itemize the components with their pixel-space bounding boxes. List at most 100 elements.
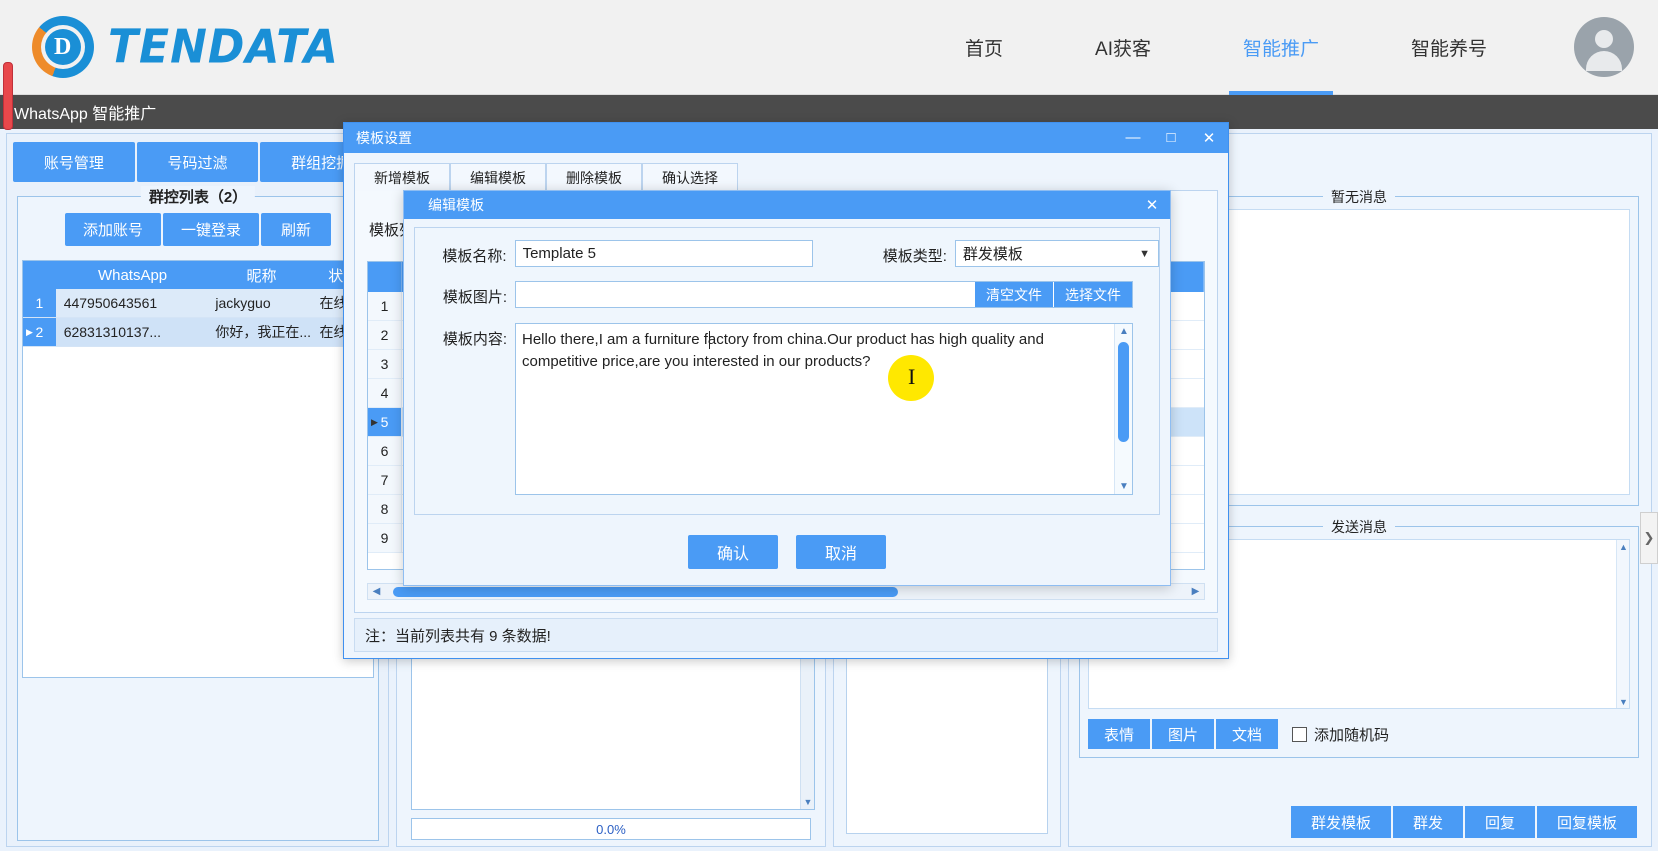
text-caret: [709, 331, 710, 349]
scroll-up-icon[interactable]: ▲: [1115, 324, 1132, 339]
template-type-value: 群发模板: [962, 246, 1023, 263]
template-type-select[interactable]: 群发模板 ▼: [954, 240, 1159, 267]
template-type-label: 模板类型:: [882, 248, 947, 265]
emoji-button[interactable]: 表情: [1088, 719, 1151, 749]
template-content-textarea[interactable]: Hello there,I am a furniture factory fro…: [515, 323, 1133, 495]
no-message-legend: 暂无消息: [1323, 187, 1395, 207]
tab-confirm-selection[interactable]: 确认选择: [642, 163, 738, 191]
nav-item-smart-nurture[interactable]: 智能养号: [1411, 0, 1487, 95]
compose-toolbar: 表情 图片 文档 添加随机码: [1088, 719, 1389, 749]
tab-delete-template[interactable]: 删除模板: [546, 163, 642, 191]
close-icon[interactable]: ✕: [1134, 196, 1170, 214]
row-index: 1: [368, 292, 402, 320]
cancel-button[interactable]: 取消: [796, 535, 886, 569]
edit-template-dialog: 编辑模板 ✕ 模板名称: Template 5 模板类型: 群发模板 ▼ 模板图…: [403, 190, 1171, 586]
tab-add-template[interactable]: 新增模板: [354, 163, 450, 191]
tab-account-management[interactable]: 账号管理: [13, 142, 135, 182]
add-random-code-label: 添加随机码: [1314, 726, 1390, 744]
document-button[interactable]: 文档: [1216, 719, 1279, 749]
template-tab-row: 新增模板 编辑模板 删除模板 确认选择: [354, 163, 738, 191]
tab-number-filter[interactable]: 号码过滤: [136, 142, 259, 182]
template-content-row: 模板内容: Hello there,I am a furniture facto…: [415, 323, 1159, 495]
row-index: 3: [368, 350, 402, 378]
scroll-up-icon[interactable]: ▲: [1617, 540, 1630, 553]
user-avatar[interactable]: [1574, 17, 1634, 77]
scrollbar-track[interactable]: [385, 587, 1187, 597]
scrollbar-thumb[interactable]: [393, 587, 898, 597]
brand-logo: D TENDATA: [32, 16, 339, 78]
scroll-down-icon[interactable]: ▼: [1115, 479, 1132, 494]
image-button[interactable]: 图片: [1152, 719, 1215, 749]
edit-template-form: 模板名称: Template 5 模板类型: 群发模板 ▼ 模板图片: 清空文件…: [414, 227, 1160, 515]
row-index: 9: [368, 524, 402, 552]
app-header: D TENDATA 首页 AI获客 智能推广 智能养号: [0, 0, 1658, 95]
scroll-left-icon[interactable]: ◀: [368, 584, 385, 599]
progress-label: 0.0%: [596, 821, 626, 837]
template-count-note: 注：当前列表共有 9 条数据!: [354, 618, 1218, 652]
row-nickname: jackyguo: [209, 289, 314, 317]
row-selected-caret-icon: ▶: [26, 326, 33, 337]
template-image-input[interactable]: 清空文件 选择文件: [515, 281, 1133, 308]
template-image-label: 模板图片:: [442, 289, 507, 306]
table-row[interactable]: ▶ 2 62831310137... 你好，我正在... 在线: [23, 318, 373, 347]
col-whatsapp: WhatsApp: [97, 266, 168, 284]
scroll-down-icon[interactable]: ▼: [801, 795, 814, 809]
edit-dialog-title: 编辑模板: [428, 197, 484, 213]
text-cursor-icon: I: [908, 364, 916, 389]
template-content-value: Hello there,I am a furniture factory fro…: [522, 331, 1044, 370]
group-control-list-legend: 群控列表（2）: [140, 186, 256, 207]
textarea-scrollbar[interactable]: ▲ ▼: [1114, 324, 1132, 494]
row-nickname: 你好，我正在...: [209, 318, 314, 346]
row-index: ▶ 5: [368, 408, 402, 436]
send-action-buttons: 群发模板 群发 回复 回复模板: [1290, 806, 1637, 838]
dialog-title: 模板设置: [356, 130, 412, 146]
app-root: D TENDATA 首页 AI获客 智能推广 智能养号 WhatsApp 智能推…: [0, 0, 1658, 851]
dialog-title-bar: 模板设置 — □ ✕: [344, 123, 1228, 153]
close-icon[interactable]: ✕: [1190, 129, 1228, 147]
row-index: 4: [368, 379, 402, 407]
refresh-button[interactable]: 刷新: [261, 213, 332, 246]
one-click-login-button[interactable]: 一键登录: [163, 213, 260, 246]
confirm-button[interactable]: 确认: [688, 535, 778, 569]
row-index: ▶ 2: [23, 318, 56, 346]
module-title: WhatsApp 智能推广: [14, 106, 157, 123]
add-random-code-checkbox[interactable]: 添加随机码: [1292, 724, 1389, 745]
nav-item-ai-acquisition[interactable]: AI获客: [1095, 0, 1151, 95]
reply-template-button[interactable]: 回复模板: [1536, 806, 1637, 838]
scroll-right-icon[interactable]: ▶: [1187, 584, 1204, 599]
tab-edit-template[interactable]: 编辑模板: [450, 163, 546, 191]
send-message-legend: 发送消息: [1323, 517, 1395, 537]
add-account-button[interactable]: 添加账号: [64, 213, 161, 246]
minimize-icon[interactable]: —: [1114, 129, 1152, 147]
maximize-icon[interactable]: □: [1152, 129, 1190, 147]
mass-send-button[interactable]: 群发: [1392, 806, 1463, 838]
clear-file-button[interactable]: 清空文件: [974, 282, 1053, 307]
template-image-row: 模板图片: 清空文件 选择文件: [415, 281, 1159, 308]
col-index: [23, 261, 56, 289]
col-nickname: 昵称: [246, 267, 277, 285]
progress-bar: 0.0%: [411, 818, 811, 840]
row-index: 6: [368, 437, 402, 465]
row-index: 7: [368, 466, 402, 494]
account-table-header: WhatsApp 昵称 状态: [23, 261, 373, 289]
mass-template-button[interactable]: 群发模板: [1290, 806, 1391, 838]
template-name-input[interactable]: Template 5: [514, 240, 814, 267]
row-index: 2: [368, 321, 402, 349]
nav-item-smart-promotion[interactable]: 智能推广: [1228, 0, 1334, 95]
col-index: [368, 262, 402, 292]
row-whatsapp: 62831310137...: [55, 318, 210, 346]
reply-button[interactable]: 回复: [1464, 806, 1535, 838]
left-panel: 账号管理 号码过滤 群组挖掘 群控列表（2） 添加账号 一键登录 刷新 What…: [6, 133, 389, 847]
group-control-list-section: 群控列表（2） 添加账号 一键登录 刷新 WhatsApp 昵称 状态 1: [17, 186, 379, 841]
panel-expand-handle[interactable]: ❯: [1640, 512, 1658, 564]
template-name-label: 模板名称:: [442, 248, 507, 265]
choose-file-button[interactable]: 选择文件: [1053, 282, 1132, 307]
compose-scrollbar[interactable]: ▲ ▼: [1616, 540, 1629, 708]
template-content-label: 模板内容:: [442, 331, 507, 348]
table-row[interactable]: 1 447950643561 jackyguo 在线: [23, 289, 373, 318]
nav-item-home[interactable]: 首页: [965, 0, 1003, 95]
scroll-down-icon[interactable]: ▼: [1617, 695, 1630, 708]
red-marker-annotation: [3, 62, 13, 130]
scrollbar-thumb[interactable]: [1118, 342, 1129, 442]
main-nav: 首页 AI获客 智能推广 智能养号: [919, 0, 1533, 95]
